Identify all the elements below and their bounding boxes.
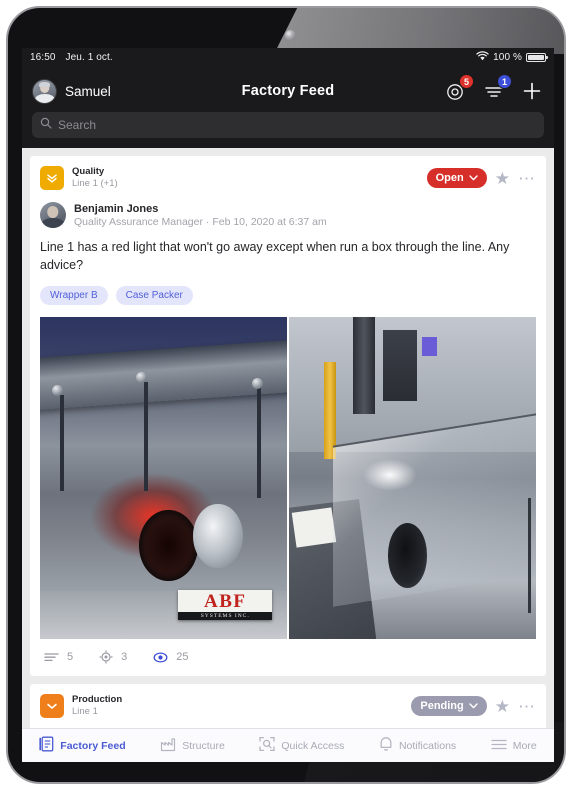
tab-label: More [512, 739, 537, 752]
filter-badge: 1 [497, 74, 512, 89]
status-badge-label: Open [435, 172, 464, 184]
more-options-icon[interactable]: ⋯ [518, 698, 536, 715]
chevron-down-icon [469, 703, 478, 709]
status-badge-label: Pending [420, 700, 464, 713]
post-tags: Wrapper B Case Packer [40, 286, 536, 306]
lines-icon [44, 653, 59, 662]
search-box[interactable] [32, 112, 544, 138]
feed-list[interactable]: Quality Line 1 (+1) Open ★ ⋯ Benjamin Jo… [22, 148, 554, 728]
post-header: Production Line 1 Pending ★ ⋯ [40, 694, 536, 719]
post-stats: 5 3 25 [40, 639, 536, 676]
star-icon[interactable]: ★ [495, 698, 510, 715]
author-meta-label: Quality Assurance Manager · Feb 10, 2020… [74, 215, 327, 228]
stat-value: 25 [176, 651, 189, 664]
chevron-down-icon [469, 175, 478, 181]
wifi-icon [476, 50, 489, 64]
battery-percent-label: 100 % [493, 51, 522, 63]
bottom-tab-bar: Factory Feed Structure Quick Access Noti… [22, 728, 554, 762]
plus-icon[interactable] [520, 79, 544, 103]
tag-chip[interactable]: Wrapper B [40, 286, 108, 306]
target-badge: 5 [459, 74, 474, 89]
target-icon [99, 650, 113, 664]
post-header: Quality Line 1 (+1) Open ★ ⋯ [40, 166, 536, 190]
eye-icon [153, 652, 168, 663]
abf-logo: ABF SYSTEMS INC. [178, 589, 273, 620]
post-photo[interactable]: ABF SYSTEMS INC. [40, 317, 287, 640]
post-photo[interactable] [289, 317, 536, 640]
post-author: Benjamin Jones Quality Assurance Manager… [40, 202, 536, 228]
tab-structure[interactable]: Structure [160, 737, 225, 755]
avatar [32, 78, 57, 104]
tab-quick-access[interactable]: Quick Access [259, 736, 344, 755]
avatar [40, 202, 66, 228]
tab-label: Notifications [398, 739, 457, 752]
bell-icon [379, 736, 393, 755]
filter-icon[interactable]: 1 [482, 74, 512, 103]
status-bar-time: 16:50 [30, 51, 56, 63]
battery-icon [526, 52, 548, 62]
more-options-icon[interactable]: ⋯ [518, 170, 536, 187]
scan-search-icon [259, 736, 276, 755]
tab-notifications[interactable]: Notifications [379, 736, 456, 755]
stat-value: 5 [67, 651, 74, 664]
status-bar: 16:50 Jeu. 1 oct. 100 % [22, 48, 554, 66]
hamburger-icon [491, 738, 507, 754]
star-icon[interactable]: ★ [495, 170, 510, 187]
tag-chip[interactable]: Case Packer [115, 286, 193, 306]
feed-post-card[interactable]: Quality Line 1 (+1) Open ★ ⋯ Benjamin Jo… [30, 156, 546, 677]
author-name-label: Benjamin Jones [74, 202, 159, 215]
search-bar-container [22, 110, 554, 148]
post-body-text: Line 1 has a red light that won't go awa… [40, 240, 510, 273]
tab-label: Quick Access [281, 739, 345, 752]
stat-replies[interactable]: 5 [44, 651, 73, 663]
search-input[interactable] [58, 118, 536, 132]
status-bar-date: Jeu. 1 oct. [65, 51, 113, 63]
double-chevron-down-icon [40, 166, 64, 190]
chevron-down-icon [40, 694, 64, 719]
page-title: Factory Feed [241, 83, 335, 99]
target-icon[interactable]: 5 [444, 74, 474, 103]
status-badge[interactable]: Open [426, 168, 487, 188]
tab-label: Structure [182, 739, 225, 752]
tab-label: Factory Feed [60, 739, 126, 752]
stat-views[interactable]: 25 [153, 651, 189, 664]
post-photo-gallery: ABF SYSTEMS INC. [40, 317, 536, 640]
user-profile-button[interactable]: Samuel [32, 78, 182, 104]
post-category-label: Quality [72, 166, 105, 178]
tab-factory-feed[interactable]: Factory Feed [39, 736, 126, 755]
post-location-label: Line 1 [72, 706, 98, 718]
stat-targets[interactable]: 3 [99, 650, 127, 664]
tab-more[interactable]: More [491, 738, 537, 754]
tablet-device-frame: 16:50 Jeu. 1 oct. 100 % Samuel Factory F… [6, 6, 566, 784]
post-category-label: Production [72, 694, 123, 706]
feed-post-card[interactable]: Production Line 1 Pending ★ ⋯ [30, 684, 546, 728]
search-icon [40, 116, 52, 134]
factory-icon [160, 737, 176, 755]
app-top-bar: Samuel Factory Feed 5 1 [22, 66, 554, 110]
feed-icon [39, 736, 54, 755]
abf-logo-subtext: SYSTEMS INC. [178, 611, 273, 620]
front-camera [285, 30, 296, 41]
post-location-label: Line 1 (+1) [72, 178, 118, 189]
user-name-label: Samuel [65, 83, 111, 99]
tablet-screen: 16:50 Jeu. 1 oct. 100 % Samuel Factory F… [22, 48, 554, 762]
status-badge[interactable]: Pending [411, 696, 487, 717]
abf-logo-text: ABF [203, 590, 247, 612]
stat-value: 3 [121, 651, 128, 664]
